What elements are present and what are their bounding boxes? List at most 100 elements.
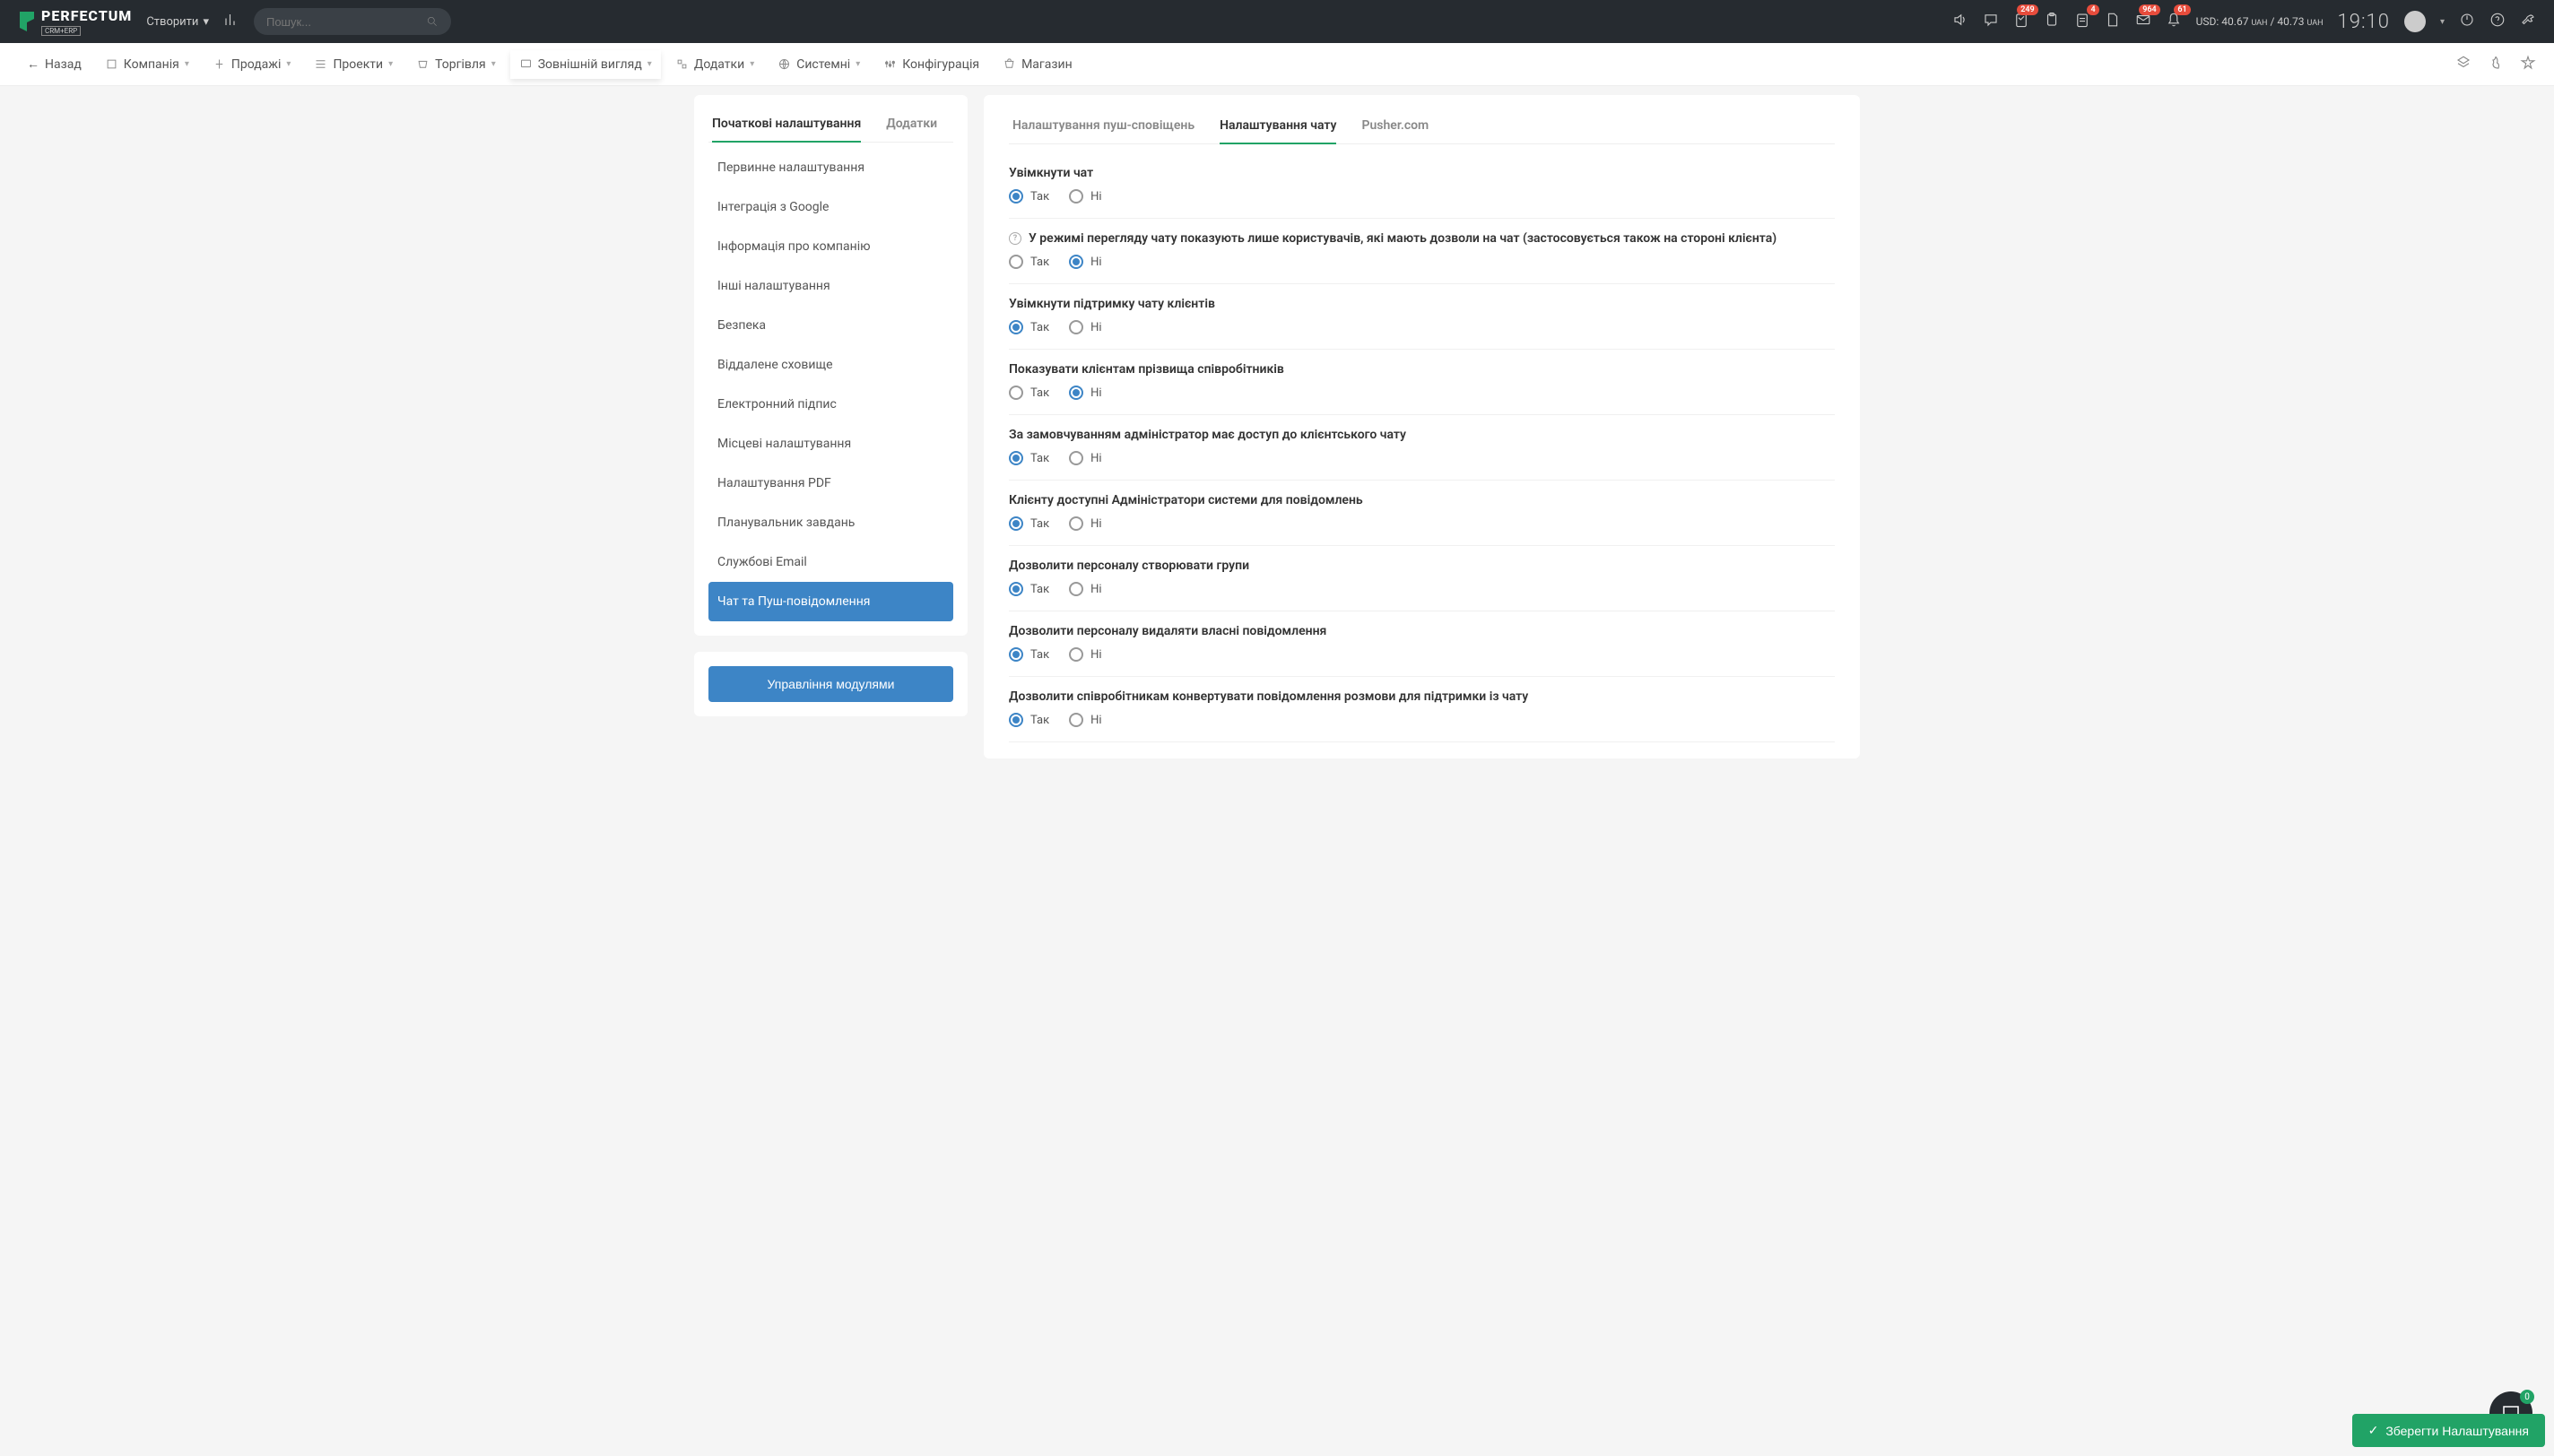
nav-system[interactable]: Системні▾ [769, 50, 869, 79]
manage-modules-button[interactable]: Управління модулями [708, 666, 953, 702]
power-icon[interactable] [2459, 12, 2475, 31]
radio-option-yes[interactable]: Так [1009, 713, 1049, 727]
nav-config[interactable]: Конфігурація [874, 50, 988, 79]
nav-sales[interactable]: Продажі▾ [204, 50, 300, 79]
radio-option-no[interactable]: Ні [1069, 320, 1101, 334]
arrow-left-icon: ← [27, 56, 39, 72]
clipboard-icon[interactable] [2044, 12, 2060, 31]
sidebar-tab-addons[interactable]: Додатки [886, 109, 937, 142]
radio-row: Так Ні [1009, 255, 1835, 269]
radio-icon [1009, 189, 1023, 204]
star-icon[interactable] [2520, 55, 2536, 74]
sub-nav: ← Назад Компанія▾ Продажі▾ Проекти▾ Торг… [0, 43, 2554, 86]
checklist2-icon[interactable]: 4 [2074, 12, 2090, 31]
sidebar-item[interactable]: Інші налаштування [708, 266, 953, 306]
radio-option-no[interactable]: Ні [1069, 451, 1101, 465]
content-wrap: Початкові налаштування Додатки Первинне … [658, 86, 1896, 830]
document-icon[interactable] [2105, 12, 2121, 31]
nav-addons[interactable]: Додатки▾ [666, 50, 763, 79]
radio-option-yes[interactable]: Так [1009, 320, 1049, 334]
chat-icon[interactable] [1983, 12, 1999, 31]
check-icon: ✓ [2368, 1423, 2379, 1438]
main-tab-chat[interactable]: Налаштування чату [1220, 111, 1336, 143]
field-group: Дозволити співробітникам конвертувати по… [1009, 677, 1835, 742]
bell-icon[interactable]: 61 [2166, 12, 2182, 31]
chevron-down-icon[interactable]: ▾ [2440, 17, 2445, 27]
radio-icon [1069, 582, 1083, 596]
sidebar-item[interactable]: Планувальник завдань [708, 503, 953, 542]
help-icon[interactable]: ? [1009, 232, 1021, 245]
search-box[interactable] [254, 8, 451, 35]
main-tab-pusher[interactable]: Pusher.com [1361, 111, 1429, 143]
sidebar-item[interactable]: Електронний підпис [708, 385, 953, 424]
nav-shop[interactable]: Магазин [994, 50, 1082, 79]
radio-option-yes[interactable]: Так [1009, 255, 1049, 269]
badge: 249 [2017, 4, 2037, 15]
sidebar-item[interactable]: Безпека [708, 306, 953, 345]
sound-icon[interactable] [1952, 12, 1968, 31]
radio-option-yes[interactable]: Так [1009, 386, 1049, 400]
sidebar-item[interactable]: Чат та Пуш-повідомлення [708, 582, 953, 621]
layers-icon[interactable] [2455, 55, 2471, 74]
main-tabs: Налаштування пуш-сповіщень Налаштування … [1009, 111, 1835, 144]
nav-trade[interactable]: Торгівля▾ [407, 50, 505, 79]
logo[interactable]: PERFECTUM CRM+ERP [18, 7, 132, 36]
search-input[interactable] [266, 15, 426, 29]
radio-option-no[interactable]: Ні [1069, 189, 1101, 204]
sidebar-item[interactable]: Інформація про компанію [708, 227, 953, 266]
radio-option-yes[interactable]: Так [1009, 516, 1049, 531]
nav-company[interactable]: Компанія▾ [96, 50, 198, 79]
radio-row: Так Ні [1009, 386, 1835, 400]
module-card: Управління модулями [694, 652, 968, 716]
sidebar-item[interactable]: Інтеграція з Google [708, 187, 953, 227]
field-label: Увімкнути підтримку чату клієнтів [1009, 297, 1835, 311]
sidebar-item[interactable]: Первинне налаштування [708, 148, 953, 187]
radio-option-no[interactable]: Ні [1069, 516, 1101, 531]
sidebar-item[interactable]: Віддалене сховище [708, 345, 953, 385]
radio-row: Так Ні [1009, 647, 1835, 662]
radio-option-yes[interactable]: Так [1009, 647, 1049, 662]
radio-row: Так Ні [1009, 320, 1835, 334]
radio-option-yes[interactable]: Так [1009, 451, 1049, 465]
create-button[interactable]: Створити ▾ [146, 15, 209, 29]
field-label: Показувати клієнтам прізвища співробітни… [1009, 362, 1835, 377]
save-button[interactable]: ✓ Зберегти Налаштування [2352, 1414, 2545, 1447]
radio-icon [1069, 189, 1083, 204]
radio-option-yes[interactable]: Так [1009, 582, 1049, 596]
checklist-icon[interactable]: 249 [2013, 12, 2029, 31]
radio-icon [1009, 516, 1023, 531]
mail-icon[interactable]: 964 [2135, 12, 2151, 31]
search-icon [426, 15, 439, 28]
radio-icon [1069, 647, 1083, 662]
radio-icon [1069, 451, 1083, 465]
nav-appearance[interactable]: Зовнішній вигляд▾ [510, 50, 661, 79]
field-label: ?У режимі перегляду чату показують лише … [1009, 231, 1835, 246]
radio-row: Так Ні [1009, 516, 1835, 531]
sidebar-item[interactable]: Службові Email [708, 542, 953, 582]
radio-option-no[interactable]: Ні [1069, 713, 1101, 727]
fab-badge: 0 [2520, 1390, 2534, 1404]
flame-icon[interactable] [2488, 55, 2504, 74]
radio-option-no[interactable]: Ні [1069, 647, 1101, 662]
badge: 964 [2139, 4, 2159, 15]
radio-option-no[interactable]: Ні [1069, 582, 1101, 596]
wrench-icon[interactable] [2520, 12, 2536, 31]
radio-row: Так Ні [1009, 713, 1835, 727]
main-tab-push[interactable]: Налаштування пуш-сповіщень [1012, 111, 1194, 143]
nav-projects[interactable]: Проекти▾ [305, 50, 402, 79]
field-group: Дозволити персоналу створювати групиТакН… [1009, 546, 1835, 611]
help-icon[interactable] [2489, 12, 2506, 31]
radio-option-no[interactable]: Ні [1069, 386, 1101, 400]
radio-option-no[interactable]: Ні [1069, 255, 1101, 269]
field-group: ?У режимі перегляду чату показують лише … [1009, 219, 1835, 284]
badge: 61 [2174, 4, 2190, 15]
radio-option-yes[interactable]: Так [1009, 189, 1049, 204]
avatar[interactable] [2404, 11, 2426, 32]
stats-icon[interactable] [223, 12, 239, 31]
sidebar-tab-initial[interactable]: Початкові налаштування [712, 109, 861, 142]
sidebar-item[interactable]: Налаштування PDF [708, 464, 953, 503]
logo-icon [18, 10, 38, 33]
sidebar-tabs: Початкові налаштування Додатки [708, 109, 953, 143]
nav-back[interactable]: ← Назад [18, 49, 91, 79]
sidebar-item[interactable]: Місцеві налаштування [708, 424, 953, 464]
